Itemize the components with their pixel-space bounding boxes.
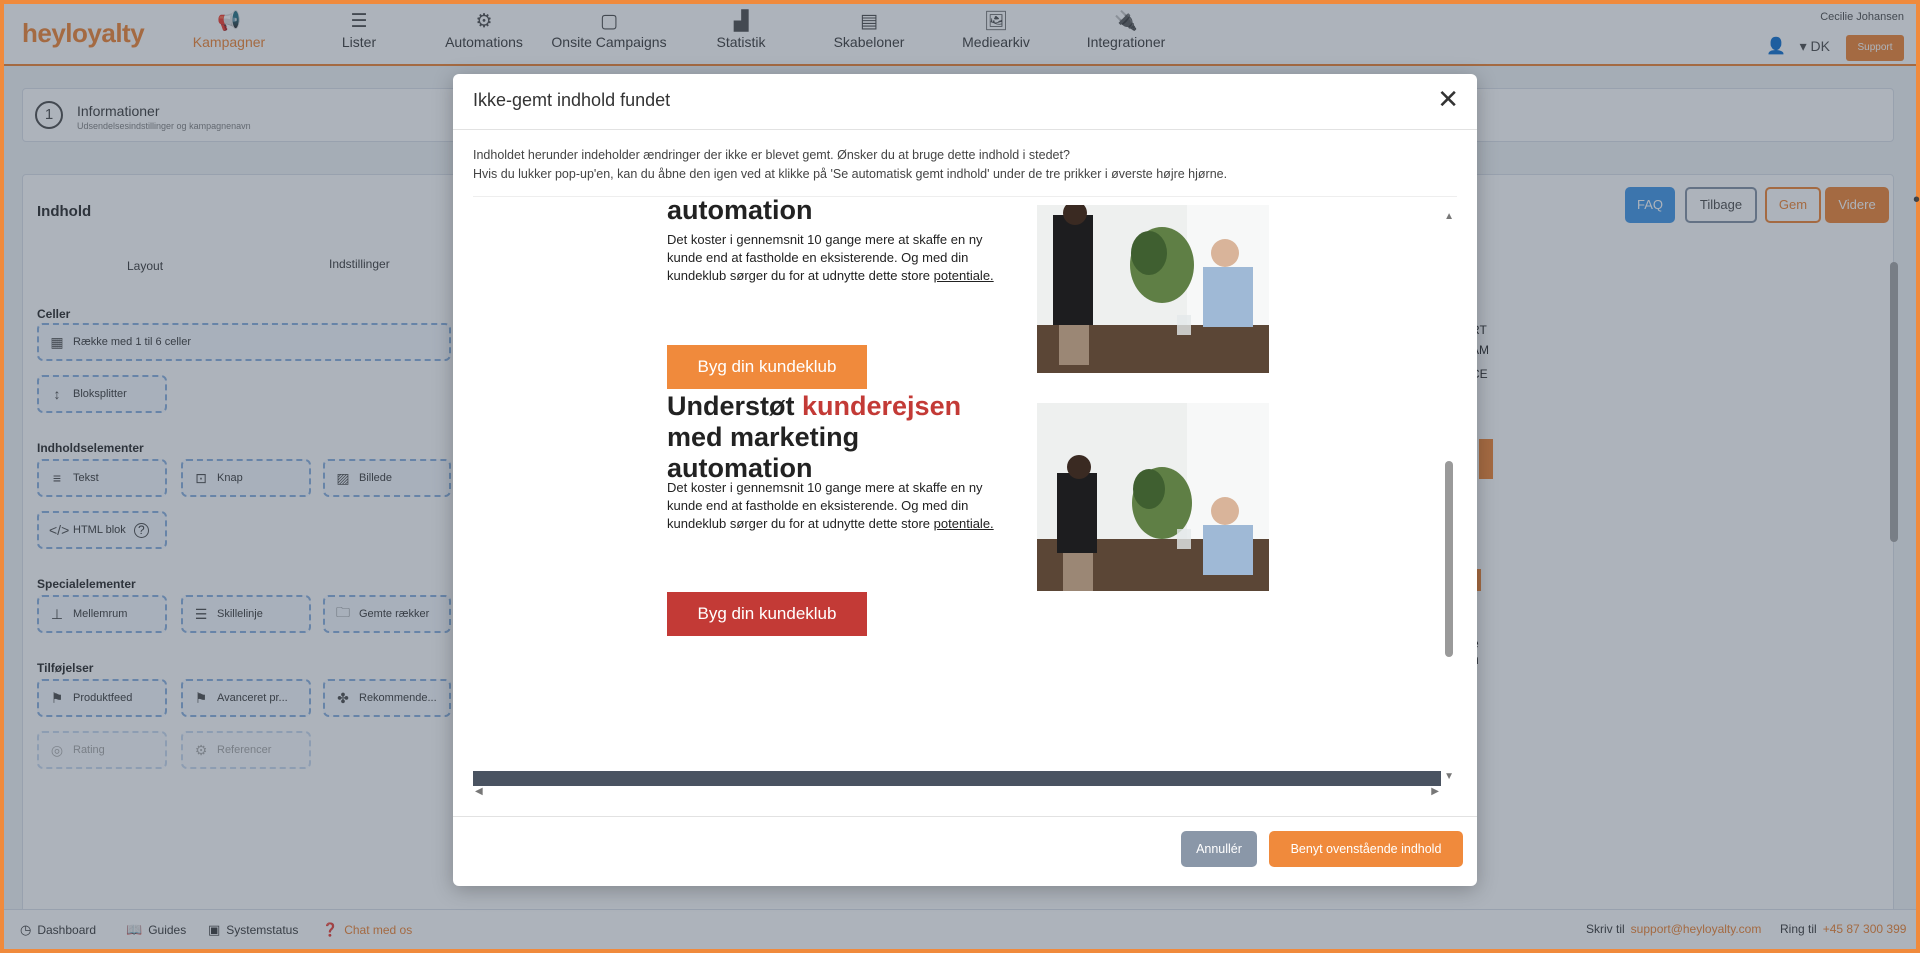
modal-header: Ikke-gemt indhold fundet ✕ (453, 74, 1477, 130)
heading-line: med marketing (667, 422, 860, 452)
preview-office-image-block2 (1037, 403, 1269, 591)
scroll-up-icon[interactable]: ▲ (1444, 211, 1454, 222)
preview-cta-button[interactable]: Byg din kundeklub (667, 345, 867, 389)
modal-message-line: Indholdet herunder indeholder ændringer … (473, 148, 1070, 162)
preview-body-block2: Det koster i gennemsnit 10 gange mere at… (667, 479, 997, 533)
unsaved-content-modal: Ikke-gemt indhold fundet ✕ Indholdet her… (453, 74, 1477, 886)
preview-cta-button-block2[interactable]: Byg din kundeklub (667, 592, 867, 636)
scroll-thumb[interactable] (1445, 461, 1453, 657)
preview-office-image (1037, 205, 1269, 373)
preview-heading-block2: Understøt kunderejsen med marketing auto… (667, 391, 961, 484)
preview-body-link[interactable]: potentiale. (934, 268, 994, 283)
preview-heading: automation (667, 196, 813, 225)
apply-content-button[interactable]: Benyt ovenstående indhold (1269, 831, 1463, 867)
scroll-down-icon[interactable]: ▼ (1444, 771, 1454, 782)
scroll-right-icon[interactable]: ▶ (1431, 786, 1439, 797)
modal-message: Indholdet herunder indeholder ændringer … (473, 146, 1227, 184)
modal-message-line: Hvis du lukker pop-up'en, kan du åbne de… (473, 167, 1228, 181)
content-preview[interactable]: automation Det koster i gennemsnit 10 ga… (473, 196, 1457, 786)
preview-body-link[interactable]: potentiale. (934, 516, 994, 531)
preview-horizontal-scrollbar[interactable]: ◀ ▶ (473, 786, 1441, 800)
heading-part: Understøt (667, 391, 795, 421)
preview-body: Det koster i gennemsnit 10 gange mere at… (667, 231, 997, 285)
preview-vertical-scrollbar[interactable]: ▲ ▼ (1441, 197, 1457, 786)
cancel-button[interactable]: Annullér (1181, 831, 1257, 867)
heading-accent: kunderejsen (802, 391, 962, 421)
preview-footer-bar (473, 771, 1441, 786)
modal-footer: Annullér Benyt ovenstående indhold (453, 816, 1477, 886)
close-icon[interactable]: ✕ (1437, 84, 1459, 115)
modal-title: Ikke-gemt indhold fundet (473, 90, 671, 110)
scroll-left-icon[interactable]: ◀ (475, 786, 483, 797)
